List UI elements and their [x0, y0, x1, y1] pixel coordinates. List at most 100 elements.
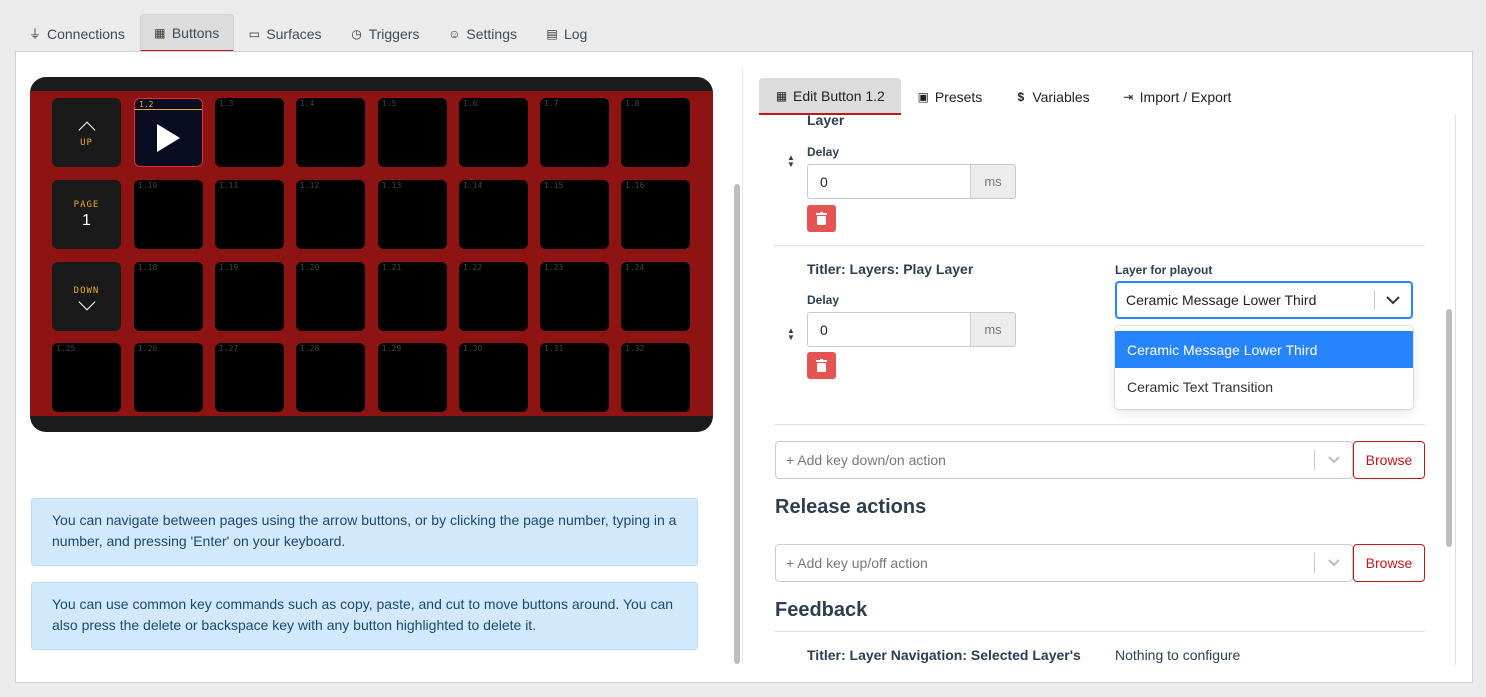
play-icon [157, 124, 180, 152]
delay-input[interactable]: 0 [807, 164, 971, 199]
grid-button[interactable]: 1.19 [215, 262, 284, 331]
grid-button-number: 1.22 [463, 263, 483, 272]
grid-button[interactable]: 1.5 [378, 98, 447, 167]
delete-action-button[interactable] [807, 205, 836, 232]
action-title: Layer [807, 112, 845, 128]
grid-button[interactable]: 1.20 [296, 262, 365, 331]
tab-triggers[interactable]: ◷ Triggers [337, 14, 435, 52]
delay-input[interactable]: 0 [807, 312, 971, 347]
grid-button-number: 1.2 [139, 100, 154, 109]
page-up-button[interactable]: UP [52, 98, 121, 167]
calculator-icon: ▦ [775, 88, 788, 103]
grid-button-number: 1.8 [625, 99, 640, 108]
drag-handle-icon[interactable]: ▲ ▼ [787, 327, 795, 342]
tab-import-export[interactable]: ⇥ Import / Export [1106, 78, 1248, 115]
delay-label: Delay [807, 145, 840, 159]
layer-select[interactable]: Ceramic Message Lower Third [1115, 281, 1413, 319]
drag-handle-icon[interactable]: ▲ ▼ [787, 154, 795, 169]
grid-button[interactable]: 1.28 [296, 343, 365, 412]
left-scrollbar[interactable] [734, 184, 740, 664]
grid-button[interactable]: 1.31 [540, 343, 609, 412]
grid-button[interactable]: 1.27 [215, 343, 284, 412]
grid-button[interactable]: 1.11 [215, 180, 284, 249]
add-up-action-select[interactable]: + Add key up/off action [775, 544, 1353, 582]
grid-button[interactable]: 1.3 [215, 98, 284, 167]
grid-button[interactable]: 1.29 [378, 343, 447, 412]
grid-button[interactable]: 1.4 [296, 98, 365, 167]
feedback-note: Nothing to configure [1115, 647, 1241, 663]
grid-button-number: 1.3 [219, 99, 234, 108]
grid-button-number: 1.7 [544, 99, 559, 108]
grid-button-number: 1.32 [625, 344, 645, 353]
grid-button[interactable]: 1.26 [134, 343, 203, 412]
grid-button[interactable]: 1.30 [459, 343, 528, 412]
chevron-down-icon[interactable] [1315, 456, 1352, 464]
grid-button-number: 1.30 [463, 344, 483, 353]
grid-button[interactable]: 1.10 [134, 180, 203, 249]
add-down-action-select[interactable]: + Add key down/on action [775, 441, 1353, 479]
tab-surfaces[interactable]: ▭ Surfaces [234, 14, 336, 52]
grid-button[interactable]: 1.8 [621, 98, 690, 167]
clipboard-icon: ▤ [546, 26, 558, 41]
layer-option[interactable]: Ceramic Text Transition [1115, 368, 1413, 405]
tab-label: Surfaces [266, 25, 322, 42]
tab-variables[interactable]: $ Variables [998, 78, 1105, 115]
browse-up-actions-button[interactable]: Browse [1353, 544, 1425, 582]
grid-button[interactable]: 1.18 [134, 262, 203, 331]
tab-connections[interactable]: ⏚ Connections [15, 14, 140, 52]
grid-button[interactable]: 1.13 [378, 180, 447, 249]
editor-scrollbar[interactable] [1446, 309, 1452, 547]
layer-option[interactable]: Ceramic Message Lower Third [1115, 331, 1413, 368]
grid-button[interactable]: 1.22 [459, 262, 528, 331]
selected-indicator [135, 109, 202, 110]
tab-label: Connections [47, 25, 125, 42]
action-separator [774, 245, 1425, 246]
grid-button-number: 1.16 [625, 181, 645, 190]
delay-input-group: 0 ms [807, 312, 1016, 347]
grid-button-number: 1.20 [300, 263, 320, 272]
delay-input-group: 0 ms [807, 164, 1016, 199]
add-action-placeholder: + Add key up/off action [786, 555, 928, 571]
grid-button[interactable]: 1.6 [459, 98, 528, 167]
tab-log[interactable]: ▤ Log [532, 14, 602, 52]
plug-icon: ⏚ [28, 27, 41, 41]
delay-label: Delay [807, 293, 840, 307]
browse-down-actions-button[interactable]: Browse [1353, 441, 1425, 479]
grid-button[interactable]: 1.12 [296, 180, 365, 249]
tab-label: Presets [934, 88, 983, 105]
button-grid: UP PAGE 1 DOWN 1.2 1.3 1.4 1.5 1.6 1.7 1.8 1.10… [30, 77, 713, 432]
tab-buttons[interactable]: ▦ Buttons [139, 14, 235, 52]
layer-select-menu: Ceramic Message Lower Third Ceramic Text… [1115, 326, 1413, 409]
grid-button[interactable]: 1.25 [52, 343, 121, 412]
page-number: 1 [82, 211, 91, 229]
chevron-down-icon [78, 293, 95, 310]
tab-label: Buttons [171, 24, 220, 41]
page-down-button[interactable]: DOWN [52, 262, 121, 331]
grid-button[interactable]: 1.24 [621, 262, 690, 331]
grid-button[interactable]: 1.32 [621, 343, 690, 412]
grid-button-number: 1.12 [300, 181, 320, 190]
grid-background [30, 91, 713, 416]
chevron-down-icon[interactable] [1375, 295, 1411, 305]
delay-unit: ms [971, 312, 1016, 347]
grid-button[interactable]: 1.15 [540, 180, 609, 249]
grid-button[interactable]: 1.16 [621, 180, 690, 249]
panel-divider [742, 68, 743, 664]
delete-action-button[interactable] [807, 352, 836, 379]
grid-button-number: 1.31 [544, 344, 564, 353]
hint-key-commands: You can use common key commands such as … [31, 582, 698, 650]
chevron-down-icon[interactable] [1315, 559, 1352, 567]
grid-button[interactable]: 1.14 [459, 180, 528, 249]
grid-button[interactable]: 1.7 [540, 98, 609, 167]
tab-presets[interactable]: ▣ Presets [901, 78, 998, 115]
trash-icon [816, 359, 827, 372]
grid-button[interactable]: 1.21 [378, 262, 447, 331]
tab-edit-button[interactable]: ▦ Edit Button 1.2 [759, 78, 901, 115]
page-number-button[interactable]: PAGE 1 [52, 180, 121, 249]
grid-button[interactable]: 1.23 [540, 262, 609, 331]
grid-button-number: 1.25 [56, 344, 76, 353]
grid-button[interactable]: 1.2 [134, 98, 203, 167]
layer-select-value: Ceramic Message Lower Third [1126, 292, 1317, 308]
action-separator [774, 424, 1425, 425]
tab-settings[interactable]: ☺ Settings [434, 14, 532, 52]
